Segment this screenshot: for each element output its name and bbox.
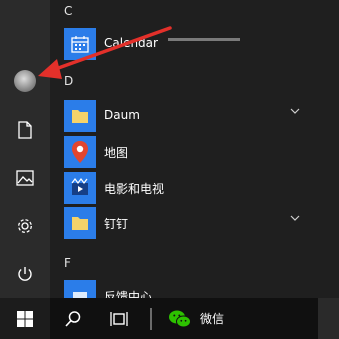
pictures-icon <box>16 170 34 186</box>
app-label-dingtalk: 钉钉 <box>104 217 129 231</box>
section-header-f: F <box>64 256 71 270</box>
feedback-hub-tile <box>64 280 96 298</box>
settings-button[interactable] <box>0 202 50 250</box>
dingtalk-tile <box>64 207 96 239</box>
app-daum[interactable]: Daum <box>50 98 339 134</box>
app-label-daum: Daum <box>104 108 140 122</box>
power-button[interactable] <box>0 250 50 298</box>
map-pin-icon <box>72 141 88 163</box>
app-movies-tv[interactable]: 电影和电视 <box>50 170 339 206</box>
movies-tv-tile <box>64 172 96 204</box>
maps-tile <box>64 136 96 168</box>
film-icon <box>71 178 88 195</box>
app-calendar[interactable]: Calendar <box>50 26 339 62</box>
search-button[interactable] <box>50 298 96 339</box>
search-icon <box>65 310 81 327</box>
active-app-indicator <box>168 38 240 41</box>
documents-icon <box>18 121 32 139</box>
app-dingtalk[interactable]: 钉钉 <box>50 205 339 241</box>
windows-logo-icon <box>17 310 33 327</box>
app-maps[interactable]: 地图 <box>50 134 339 170</box>
calendar-tile <box>64 28 96 60</box>
start-button[interactable] <box>0 298 50 339</box>
calendar-icon <box>71 36 89 53</box>
daum-tile <box>64 100 96 132</box>
taskbar-separator <box>150 308 152 330</box>
pictures-button[interactable] <box>0 154 50 202</box>
app-feedback-hub[interactable]: 反馈中心 <box>50 278 339 298</box>
show-desktop-button[interactable] <box>318 298 339 339</box>
chevron-down-icon[interactable] <box>290 215 300 221</box>
taskbar-wechat[interactable]: 微信 <box>168 298 248 339</box>
taskbar: 微信 <box>0 298 339 339</box>
app-label-maps: 地图 <box>104 146 129 160</box>
chevron-down-icon[interactable] <box>290 108 300 114</box>
task-view-icon <box>110 311 128 326</box>
app-list: C Calendar D Daum 地图 电影和电视 钉钉 F 反馈中心 <box>50 0 339 298</box>
taskbar-wechat-label: 微信 <box>200 312 225 326</box>
folder-icon <box>72 217 88 230</box>
section-header-c: C <box>64 4 73 18</box>
task-view-button[interactable] <box>96 298 142 339</box>
start-menu-rail <box>0 0 50 298</box>
feedback-icon <box>73 292 87 298</box>
folder-icon <box>72 110 88 123</box>
settings-icon <box>18 219 32 233</box>
wechat-icon <box>169 310 191 327</box>
app-label-feedback-hub: 反馈中心 <box>104 290 153 298</box>
app-label-calendar: Calendar <box>104 36 158 50</box>
user-avatar-button[interactable] <box>0 57 50 105</box>
section-header-d: D <box>64 74 74 88</box>
documents-button[interactable] <box>0 106 50 154</box>
power-icon <box>18 267 32 281</box>
app-label-movies-tv: 电影和电视 <box>104 182 165 196</box>
user-avatar <box>14 70 36 92</box>
